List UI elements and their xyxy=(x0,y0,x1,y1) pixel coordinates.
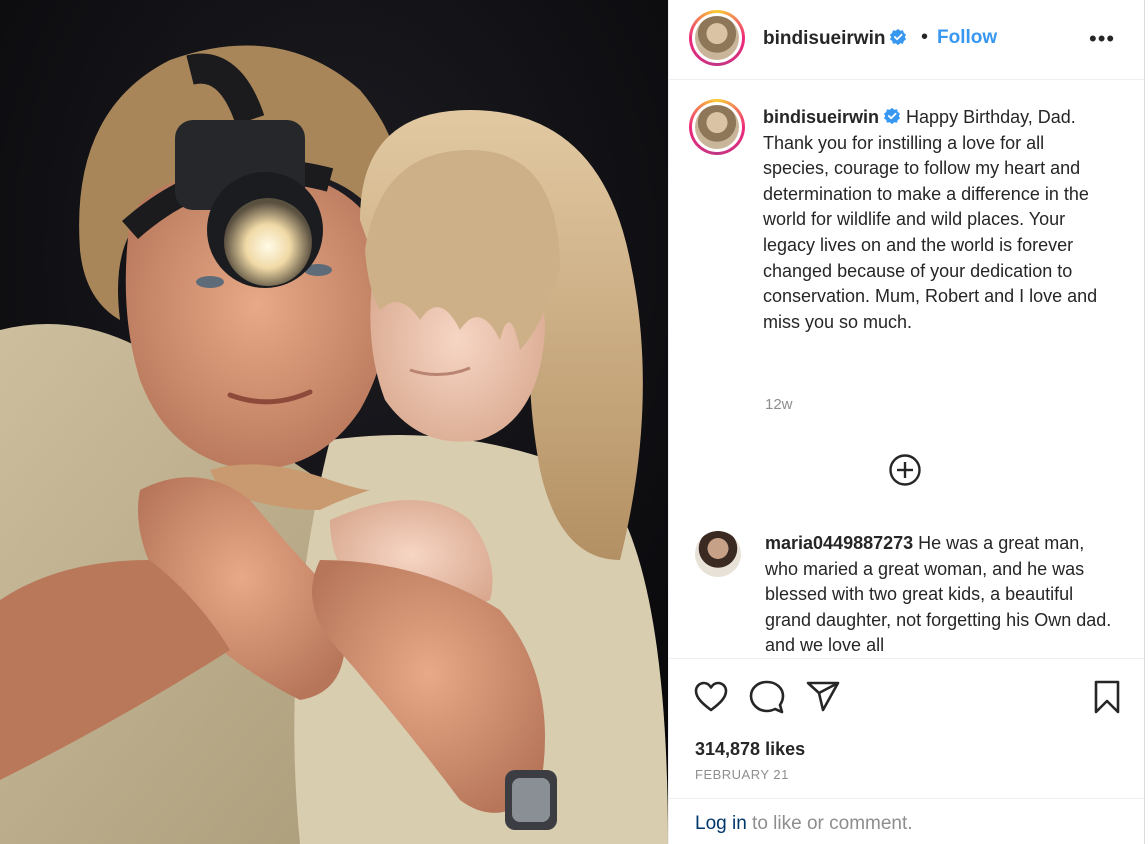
comment-avatar[interactable] xyxy=(695,531,741,577)
heart-icon[interactable] xyxy=(693,679,729,715)
instagram-post: bindisueirwin • Follow ••• bindisueirwin… xyxy=(0,0,1148,844)
follow-button[interactable]: Follow xyxy=(937,27,997,49)
comment-icon[interactable] xyxy=(749,679,785,715)
post-caption: bindisueirwin Happy Birthday, Dad. Thank… xyxy=(763,105,1113,335)
header-username[interactable]: bindisueirwin xyxy=(763,28,907,50)
post-sidebar: bindisueirwin • Follow ••• bindisueirwin… xyxy=(668,0,1145,844)
photo-illustration xyxy=(0,0,668,844)
verified-badge-icon xyxy=(883,107,901,125)
post-date[interactable]: FEBRUARY 21 xyxy=(695,767,789,782)
post-header: bindisueirwin • Follow ••• xyxy=(669,0,1144,80)
post-actions: 314,878 likes FEBRUARY 21 xyxy=(669,658,1144,798)
verified-badge-icon xyxy=(890,28,907,46)
more-options-icon[interactable]: ••• xyxy=(1089,26,1115,52)
post-age[interactable]: 12w xyxy=(765,396,793,413)
login-prompt-text: to like or comment. xyxy=(746,813,913,834)
post-photo[interactable] xyxy=(0,0,668,844)
comment: maria0449887273 He was a great man, who … xyxy=(765,531,1115,657)
separator-dot: • xyxy=(921,26,929,48)
share-icon[interactable] xyxy=(805,679,841,715)
caption-text: Happy Birthday, Dad. Thank you for insti… xyxy=(763,107,1098,332)
login-link[interactable]: Log in xyxy=(695,813,747,834)
login-prompt: Log in to like or comment. xyxy=(669,798,1144,844)
bookmark-icon[interactable] xyxy=(1089,679,1125,715)
plus-circle-icon[interactable] xyxy=(888,453,922,487)
avatar-image xyxy=(695,105,739,149)
username-text[interactable]: bindisueirwin xyxy=(763,28,885,49)
like-count[interactable]: 314,878 likes xyxy=(695,739,805,760)
caption-username[interactable]: bindisueirwin xyxy=(763,107,879,127)
avatar-image xyxy=(695,16,739,60)
caption-avatar[interactable] xyxy=(689,99,745,155)
avatar[interactable] xyxy=(689,10,745,66)
comments-scroll-area[interactable]: bindisueirwin Happy Birthday, Dad. Thank… xyxy=(669,81,1144,657)
comment-username[interactable]: maria0449887273 xyxy=(765,533,913,553)
